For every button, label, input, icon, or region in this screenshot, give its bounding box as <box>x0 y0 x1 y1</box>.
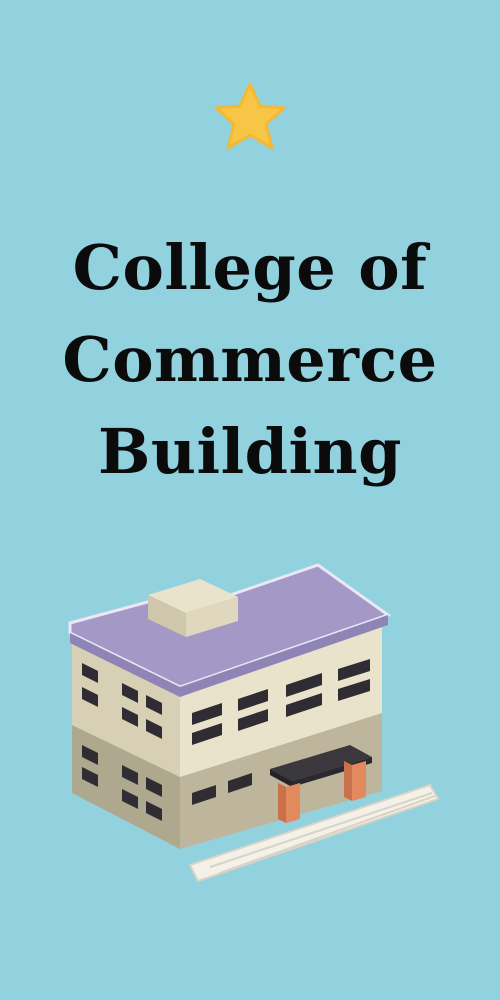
page-title: College of Commerce Building <box>0 222 500 498</box>
title-line-1: College of <box>72 231 428 304</box>
title-line-2: Commerce <box>62 323 438 396</box>
star-icon <box>214 82 286 150</box>
building-icon <box>68 563 440 883</box>
title-line-3: Building <box>98 415 402 488</box>
